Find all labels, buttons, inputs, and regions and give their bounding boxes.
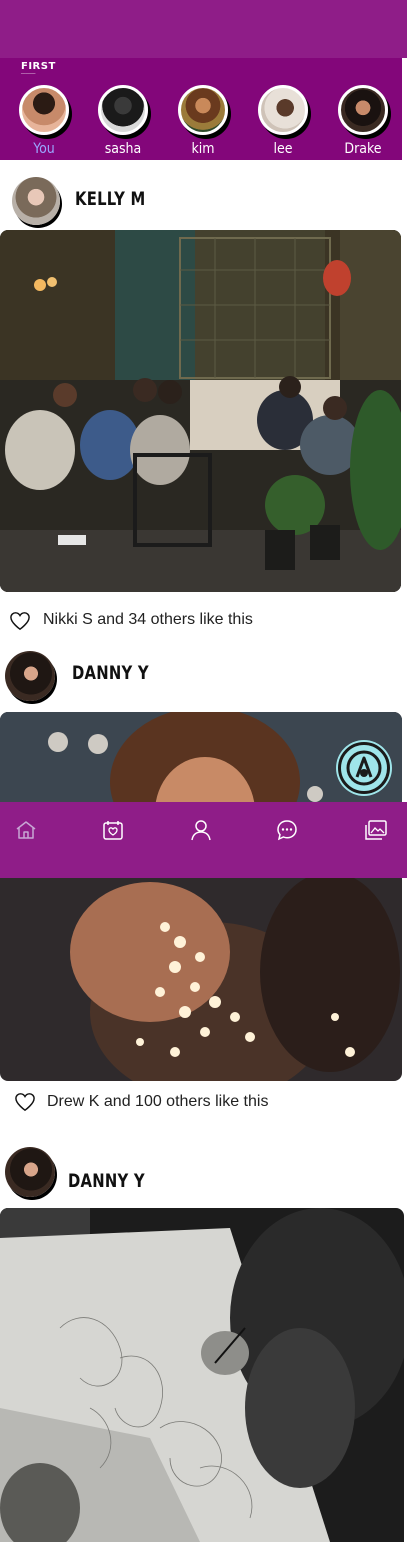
person-avatar-icon	[258, 85, 308, 135]
story-label: Drake	[344, 141, 382, 157]
cat-avatar-icon	[19, 85, 69, 135]
compose-icon	[346, 750, 382, 786]
person-avatar-icon	[5, 1147, 55, 1197]
compose-button[interactable]	[338, 742, 390, 794]
story-drake[interactable]: Drake	[338, 85, 398, 157]
likes-summary[interactable]: Drew K and 100 others like this	[47, 1093, 268, 1111]
person-avatar-icon	[5, 651, 55, 701]
post-author-avatar[interactable]	[5, 651, 55, 701]
post-username[interactable]: DANNY Y	[72, 662, 149, 684]
post-author-avatar[interactable]	[5, 1147, 55, 1197]
person-avatar-icon	[178, 85, 228, 135]
sketch-drawing-photo-image	[0, 1208, 404, 1542]
group-photo-image	[0, 230, 401, 592]
person-avatar-icon	[98, 85, 148, 135]
story-label: sasha	[104, 141, 142, 157]
like-heart-icon[interactable]	[14, 1092, 36, 1112]
story-you[interactable]: You	[19, 85, 79, 157]
story-sasha[interactable]: sasha	[98, 85, 158, 157]
person-avatar-icon	[338, 85, 388, 135]
story-label: lee	[273, 141, 293, 157]
top-header	[0, 0, 407, 58]
person-avatar-icon	[12, 177, 60, 225]
post-author-avatar[interactable]	[12, 177, 60, 225]
likes-summary[interactable]: Nikki S and 34 others like this	[43, 611, 253, 629]
app-logo[interactable]: FIRST ──────	[21, 62, 59, 76]
like-heart-icon[interactable]	[9, 611, 31, 631]
post-photo[interactable]	[0, 1208, 404, 1542]
story-lee[interactable]: lee	[258, 85, 318, 157]
post-username[interactable]: KELLY M	[75, 188, 145, 210]
home-icon[interactable]	[14, 818, 38, 842]
story-label: kim	[191, 141, 215, 157]
chat-icon[interactable]	[275, 818, 299, 842]
post-photo[interactable]	[0, 230, 401, 592]
story-kim[interactable]: kim	[178, 85, 238, 157]
profile-icon[interactable]	[189, 818, 213, 842]
post-username[interactable]: DANNY Y	[68, 1170, 145, 1192]
story-label: You	[33, 141, 55, 157]
gallery-icon[interactable]	[364, 818, 388, 842]
calendar-heart-icon[interactable]	[101, 818, 125, 842]
